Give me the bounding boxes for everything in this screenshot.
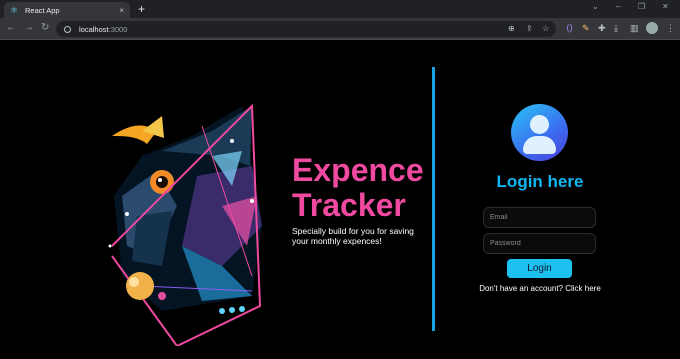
address-bar[interactable]: localhost :3000 ⊕ ⇪ ☆ [56, 21, 556, 37]
back-arrow-icon[interactable]: ← [6, 22, 16, 34]
user-avatar-icon [511, 104, 568, 161]
email-field[interactable] [483, 207, 596, 228]
profile-avatar[interactable] [646, 22, 658, 34]
extension-color-picker-icon[interactable]: ✎ [582, 23, 590, 34]
extension-react-devtools-icon[interactable]: ⟨⟩ [566, 23, 573, 34]
signup-link[interactable]: Don't have an account? Click here [470, 284, 610, 293]
browser-tab[interactable]: ⚛ React App × [4, 2, 130, 18]
url-port: :3000 [108, 24, 128, 34]
download-icon[interactable]: ⤓ [614, 23, 618, 34]
extensions-puzzle-icon[interactable]: ✚ [598, 23, 606, 34]
page-content: Expence Tracker Specially build for you … [0, 41, 680, 359]
react-favicon-icon: ⚛ [10, 4, 19, 15]
app-title-line2: Tracker [292, 187, 406, 223]
tab-title: React App [25, 5, 60, 15]
url-host: localhost [79, 24, 109, 34]
browser-titlebar: ⚛ React App × + ⌄ – ❐ ✕ [0, 0, 680, 18]
tab-search-icon[interactable]: ⌄ [592, 2, 599, 11]
app-tagline: Specially build for you for saving your … [292, 226, 414, 246]
install-app-icon[interactable]: ⊕ [508, 24, 515, 33]
site-info-icon[interactable] [64, 25, 71, 33]
share-icon[interactable]: ⇪ [526, 24, 533, 33]
close-window-button[interactable]: ✕ [662, 2, 669, 11]
forward-arrow-icon[interactable]: → [24, 22, 34, 34]
browser-menu-icon[interactable]: ⋮ [666, 23, 675, 34]
login-heading: Login here [496, 172, 584, 191]
password-field[interactable] [483, 233, 596, 254]
bookmark-star-icon[interactable]: ☆ [542, 24, 549, 33]
reload-icon[interactable]: ↻ [41, 22, 49, 34]
app-title-line1: Expence [292, 152, 424, 188]
app-title: Expence Tracker [292, 153, 432, 223]
side-panel-icon[interactable]: ▥ [630, 23, 639, 34]
login-button[interactable]: Login [507, 259, 572, 278]
maximize-button[interactable]: ❐ [638, 2, 645, 11]
new-tab-button[interactable]: + [138, 2, 145, 16]
vertical-divider [432, 67, 435, 331]
browser-toolbar: ← → ↻ localhost :3000 ⊕ ⇪ ☆ ⟨⟩ ✎ ✚ ⤓ ▥ ⋮ [0, 18, 680, 40]
minimize-button[interactable]: – [616, 2, 620, 11]
tab-close-icon[interactable]: × [119, 6, 124, 15]
owl-illustration [108, 103, 262, 346]
